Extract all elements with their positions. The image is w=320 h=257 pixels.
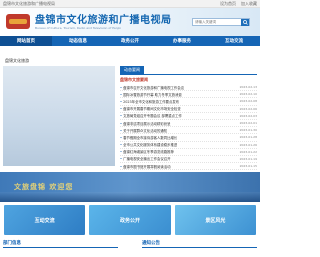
news-date: 2023-01-15 — [239, 164, 257, 169]
news-date: 2023-01-28 — [239, 135, 257, 140]
promo-banner[interactable]: 文旅盘锦 欢迎您 — [0, 172, 260, 202]
site-logo[interactable] — [4, 12, 32, 32]
feature-block-label: 景区风光 — [205, 217, 226, 224]
list-item[interactable]: 全市公共文化服务体系建设稳步推进 2023-01-26 — [120, 142, 257, 149]
search-icon — [242, 19, 248, 25]
nav-item-label: 网站首页 — [17, 39, 35, 44]
list-item[interactable]: 盘锦市图书馆开展寒假阅读活动 2023-01-15 — [120, 163, 257, 171]
search-button[interactable] — [241, 18, 249, 26]
search-box — [192, 18, 250, 26]
nav-item-label: 动态信息 — [69, 39, 87, 44]
site-title-block: 盘锦市文化旅游和广播电视局 Bureau of Culture, Tourism… — [35, 15, 172, 30]
nav-item-services[interactable]: 办事服务 — [156, 36, 208, 46]
news-title: 全市公共文化服务体系建设稳步推进 — [120, 142, 177, 147]
nav-item-gov-affairs[interactable]: 政务公开 — [104, 36, 156, 46]
news-title: 盘锦红海滩景区冬季游览线路推荐 — [120, 149, 174, 154]
banner-caption: 文旅盘锦 欢迎您 — [14, 183, 74, 191]
main-nav: 网站首页 动态信息 政务公开 办事服务 互动交流 — [0, 36, 260, 46]
list-item[interactable]: 盘锦市开展春节期间文化市场安全检查 2023-02-06 — [120, 106, 257, 113]
add-favorite-link[interactable]: 加入收藏 — [241, 1, 257, 7]
list-item[interactable]: 盘锦市召开文化旅游和广播电视工作会议 2023-02-13 — [120, 84, 257, 92]
news-title: 文旅局党组召开专题会议 部署重点工作 — [120, 113, 182, 118]
nav-item-label: 政务公开 — [121, 39, 139, 44]
news-date: 2023-01-22 — [239, 149, 257, 154]
nav-item-news[interactable]: 动态信息 — [52, 36, 104, 46]
news-title: 盘锦市召开文化旅游和广播电视工作会议 — [120, 85, 184, 90]
list-item[interactable]: 盘锦非遗项目展示活动精彩纷呈 2023-02-01 — [120, 120, 257, 128]
department-info-section: 部门信息 — [3, 238, 118, 248]
site-subtitle: Bureau of Culture, Tourism, Radio and Te… — [35, 25, 122, 30]
banner-decoration — [0, 192, 260, 202]
logo-emblem-icon — [6, 14, 30, 29]
news-date: 2023-02-06 — [239, 106, 257, 111]
news-date: 2023-01-26 — [239, 142, 257, 147]
news-date: 2023-02-13 — [239, 85, 257, 90]
tab-news[interactable]: 动态要闻 — [120, 66, 144, 74]
top-utility-bar: 盘锦市文化旅游和广播电视局 设为首页 加入收藏 — [0, 0, 260, 8]
news-title: 广播电视安全播出工作会议召开 — [120, 156, 170, 161]
news-date: 2023-02-03 — [239, 113, 257, 118]
site-title: 盘锦市文化旅游和广播电视局 — [35, 14, 172, 26]
list-item[interactable]: 广播电视安全播出工作会议召开 2023-01-19 — [120, 156, 257, 164]
feature-block-interaction[interactable]: 互动交流 — [4, 205, 86, 235]
news-title: 盘锦市图书馆开展寒假阅读活动 — [120, 164, 170, 169]
bottom-sections: 部门信息 通知公告 — [3, 238, 257, 257]
feature-block-gov-affairs[interactable]: 政务公开 — [89, 205, 171, 235]
notices-section: 通知公告 — [142, 238, 257, 248]
list-item[interactable]: 盘锦红海滩景区冬季游览线路推荐 2023-01-22 — [120, 149, 257, 156]
news-title: 国际冰雪旅游节开幕 助力冬季文旅消费 — [120, 92, 182, 97]
nav-item-label: 互动交流 — [225, 39, 243, 44]
news-tab-header: 动态要闻 — [120, 66, 257, 75]
topbar-links: 设为首页 加入收藏 — [220, 1, 257, 7]
list-item[interactable]: 关于开展群众文化活动的通知 2023-01-30 — [120, 127, 257, 135]
news-subtitle[interactable]: 盘锦市文旅要闻 — [120, 77, 257, 83]
nav-item-label: 办事服务 — [173, 39, 191, 44]
news-title: 春节假期全市接待游客人数同比增长 — [120, 135, 177, 140]
list-item[interactable]: 春节假期全市接待游客人数同比增长 2023-01-28 — [120, 134, 257, 142]
news-title: 盘锦市开展春节期间文化市场安全检查 — [120, 106, 181, 111]
search-input[interactable] — [193, 20, 241, 24]
set-homepage-link[interactable]: 设为首页 — [220, 1, 236, 7]
news-title: 盘锦非遗项目展示活动精彩纷呈 — [120, 121, 170, 126]
content-area: 盘锦文化旅游 动态要闻 盘锦市文旅要闻 盘锦市召开文化旅游和广播电视工作会议 20… — [0, 56, 260, 171]
news-panel: 动态要闻 盘锦市文旅要闻 盘锦市召开文化旅游和广播电视工作会议 2023-02-1… — [120, 66, 257, 171]
site-header: 盘锦市文化旅游和广播电视局 Bureau of Culture, Tourism… — [0, 8, 260, 36]
news-date: 2023-01-19 — [239, 156, 257, 161]
section-heading[interactable]: 部门信息 — [3, 240, 21, 247]
nav-item-home[interactable]: 网站首页 — [0, 36, 52, 46]
news-date: 2023-02-10 — [239, 92, 257, 97]
feature-blocks: 互动交流 政务公开 景区风光 — [4, 205, 256, 235]
feature-block-scenery[interactable]: 景区风光 — [174, 205, 256, 235]
news-date: 2023-01-30 — [239, 128, 257, 133]
nav-item-interaction[interactable]: 互动交流 — [208, 36, 260, 46]
news-date: 2023-02-08 — [239, 99, 257, 104]
topbar-site-name: 盘锦市文化旅游和广播电视局 — [3, 0, 55, 6]
featured-image-caption: 盘锦文化旅游 — [5, 58, 29, 63]
news-date: 2023-02-01 — [239, 121, 257, 126]
feature-block-label: 互动交流 — [34, 217, 55, 224]
list-item[interactable]: 2023年全市文化和旅游工作要点发布 2023-02-08 — [120, 98, 257, 106]
news-list: 盘锦市召开文化旅游和广播电视工作会议 2023-02-13 国际冰雪旅游节开幕 助… — [120, 84, 257, 171]
news-title: 2023年全市文化和旅游工作要点发布 — [120, 99, 179, 104]
list-item[interactable]: 国际冰雪旅游节开幕 助力冬季文旅消费 2023-02-10 — [120, 91, 257, 99]
section-heading[interactable]: 通知公告 — [142, 240, 160, 247]
news-title: 关于开展群众文化活动的通知 — [120, 128, 167, 133]
list-item[interactable]: 文旅局党组召开专题会议 部署重点工作 2023-02-03 — [120, 113, 257, 120]
feature-block-label: 政务公开 — [119, 217, 140, 224]
featured-image-panel[interactable]: 盘锦文化旅游 — [3, 58, 115, 166]
